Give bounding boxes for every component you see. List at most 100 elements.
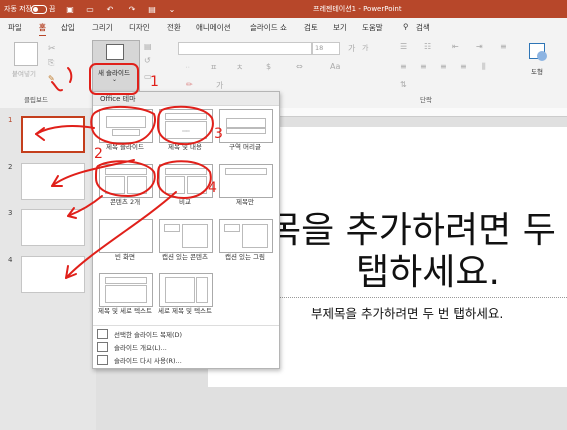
copy-icon[interactable]: ⎘ [48,58,54,68]
numbering-icon[interactable]: ☷ [424,42,431,51]
layout-section-header[interactable] [219,109,273,143]
font-size-field[interactable]: 18 [312,42,340,55]
duplicate-slides-command[interactable]: 선택한 슬라이드 복제(D) [97,328,182,339]
bullets-icon[interactable]: ☰ [400,42,407,51]
slide-thumbnail-1[interactable] [21,116,85,153]
shadow-icon[interactable]: $ [266,62,271,71]
layout-vertical-title-and-text[interactable] [159,273,213,307]
layout-placeholder [165,277,195,303]
reset-icon[interactable]: ↺ [144,56,151,65]
layout-label: 캡션 있는 콘텐츠 [162,253,208,261]
layout-placeholder [226,118,266,128]
tab-review[interactable]: 검토 [304,22,318,33]
save-icon[interactable]: ▣ [64,3,76,15]
document-title: 프레젠테이션1 - PowerPoint [313,5,402,13]
layout-label: 캡션 있는 그림 [224,253,265,261]
font-color-icon[interactable]: 가 [216,80,223,91]
columns-icon[interactable]: ⫼ [482,62,486,72]
layout-placeholder [165,168,207,175]
layout-content-with-caption[interactable] [159,219,213,253]
layout-blank[interactable] [99,219,153,253]
grow-font-icon[interactable]: 가 [348,43,355,54]
duplicate-icon [97,328,108,339]
layout-label: 제목 슬라이드 [106,143,144,151]
layout-two-content[interactable] [99,164,153,198]
tab-view[interactable]: 보기 [333,22,347,33]
layout-title-and-vertical-text[interactable] [99,273,153,307]
paste-label[interactable]: 붙여넣기 [12,68,36,78]
layout-placeholder: ▭▭ [165,121,207,139]
justify-icon[interactable]: ≡ [460,62,467,71]
layout-placeholder [105,176,125,194]
tab-search[interactable]: 검색 [416,22,430,33]
tab-transitions[interactable]: 전환 [167,22,181,33]
slide-title[interactable]: 목을 추가하려면 두 탭하세요. [268,210,556,294]
font-name-field[interactable] [178,42,312,55]
slideshow-icon[interactable]: ▭ [84,3,96,15]
highlight-icon[interactable]: ✏ [186,80,193,89]
case-icon[interactable]: Aa [330,62,340,71]
ribbon: 붙여넣기 ✂ ⎘ ✎ 클립보드 새 슬라이드 ⌄ ▤ ↺ ▭ 18 가 가 ᆢ … [0,36,567,109]
slide-thumbnail-4[interactable] [21,256,85,293]
reuse-slides-command[interactable]: 슬라이드 다시 사용(R)... [97,354,182,365]
autosave-state: 끔 [49,5,56,13]
layout-label: 제목만 [236,198,254,206]
align-right-icon[interactable]: ≡ [440,62,447,71]
strikethrough-icon[interactable]: ㅊ [236,62,243,73]
layout-title-only[interactable] [219,164,273,198]
align-left-icon[interactable]: ≡ [400,62,407,71]
tab-file[interactable]: 파일 [8,22,22,33]
line-spacing-icon[interactable]: ≡ [500,42,507,51]
slides-from-outline-command[interactable]: 슬라이드 개요(L)... [97,341,167,352]
format-painter-icon[interactable]: ✎ [48,74,55,83]
tab-home[interactable]: 홈 [39,22,46,37]
new-slide-icon [106,44,124,60]
layout-label: 제목 및 내용 [167,143,203,151]
slide-thumbnail-3[interactable] [21,209,85,246]
slide-thumbnail-2[interactable] [21,163,85,200]
layout-placeholder [105,168,147,175]
outline-icon [97,341,108,352]
slide-title-line-2: 탭하세요. [356,252,500,293]
tab-design[interactable]: 디자인 [129,22,150,33]
customize-icon[interactable]: ⌄ [166,3,178,15]
layout-comparison[interactable] [159,164,213,198]
paragraph-group-label: 단락 [420,96,432,104]
layout-placeholder [224,224,240,232]
bold-icon[interactable]: ᆢ [184,62,191,73]
shapes-label[interactable]: 도형 [531,66,543,76]
autosave-toggle[interactable] [31,5,47,14]
slide-subtitle[interactable]: 부제목을 추가하려면 두 번 탭하세요. [311,303,503,322]
layout-placeholder [112,129,140,136]
paste-icon[interactable] [14,42,38,66]
outdent-icon[interactable]: ⇥ [476,42,483,51]
spacing-icon[interactable]: ⇔ [296,62,303,71]
cut-icon[interactable]: ✂ [48,44,56,54]
tab-insert[interactable]: 삽입 [61,22,75,33]
tab-help[interactable]: 도움말 [362,22,383,33]
slide-number: 4 [8,256,13,264]
section-icon[interactable]: ▭ [144,72,152,81]
tab-draw[interactable]: 그리기 [92,22,113,33]
tab-animations[interactable]: 애니메이션 [196,22,231,33]
from-beginning-icon[interactable]: ▤ [146,3,158,15]
align-center-icon[interactable]: ≡ [420,62,427,71]
search-icon[interactable]: ⚲ [403,22,409,31]
layout-placeholder [182,224,208,248]
layout-label: 제목 및 세로 텍스트 [97,307,153,315]
layout-title-and-content[interactable]: ▭▭ [159,109,213,143]
indent-icon[interactable]: ⇤ [452,42,459,51]
layout-placeholder [164,224,180,232]
layout-label: 빈 화면 [114,253,135,261]
layout-title-slide[interactable] [99,109,153,143]
shrink-font-icon[interactable]: 가 [362,43,368,53]
redo-icon[interactable]: ↷ [126,3,138,15]
underline-icon[interactable]: ㅍ [210,62,217,73]
text-direction-icon[interactable]: ⇅ [400,80,407,89]
layout-placeholder [165,176,185,194]
ribbon-tabs: 파일 홈 삽입 그리기 디자인 전환 애니메이션 슬라이드 쇼 검토 보기 도움… [0,18,567,37]
undo-icon[interactable]: ↶ [104,3,116,15]
tab-slideshow[interactable]: 슬라이드 쇼 [250,22,287,33]
layout-icon[interactable]: ▤ [144,42,152,51]
layout-picture-with-caption[interactable] [219,219,273,253]
